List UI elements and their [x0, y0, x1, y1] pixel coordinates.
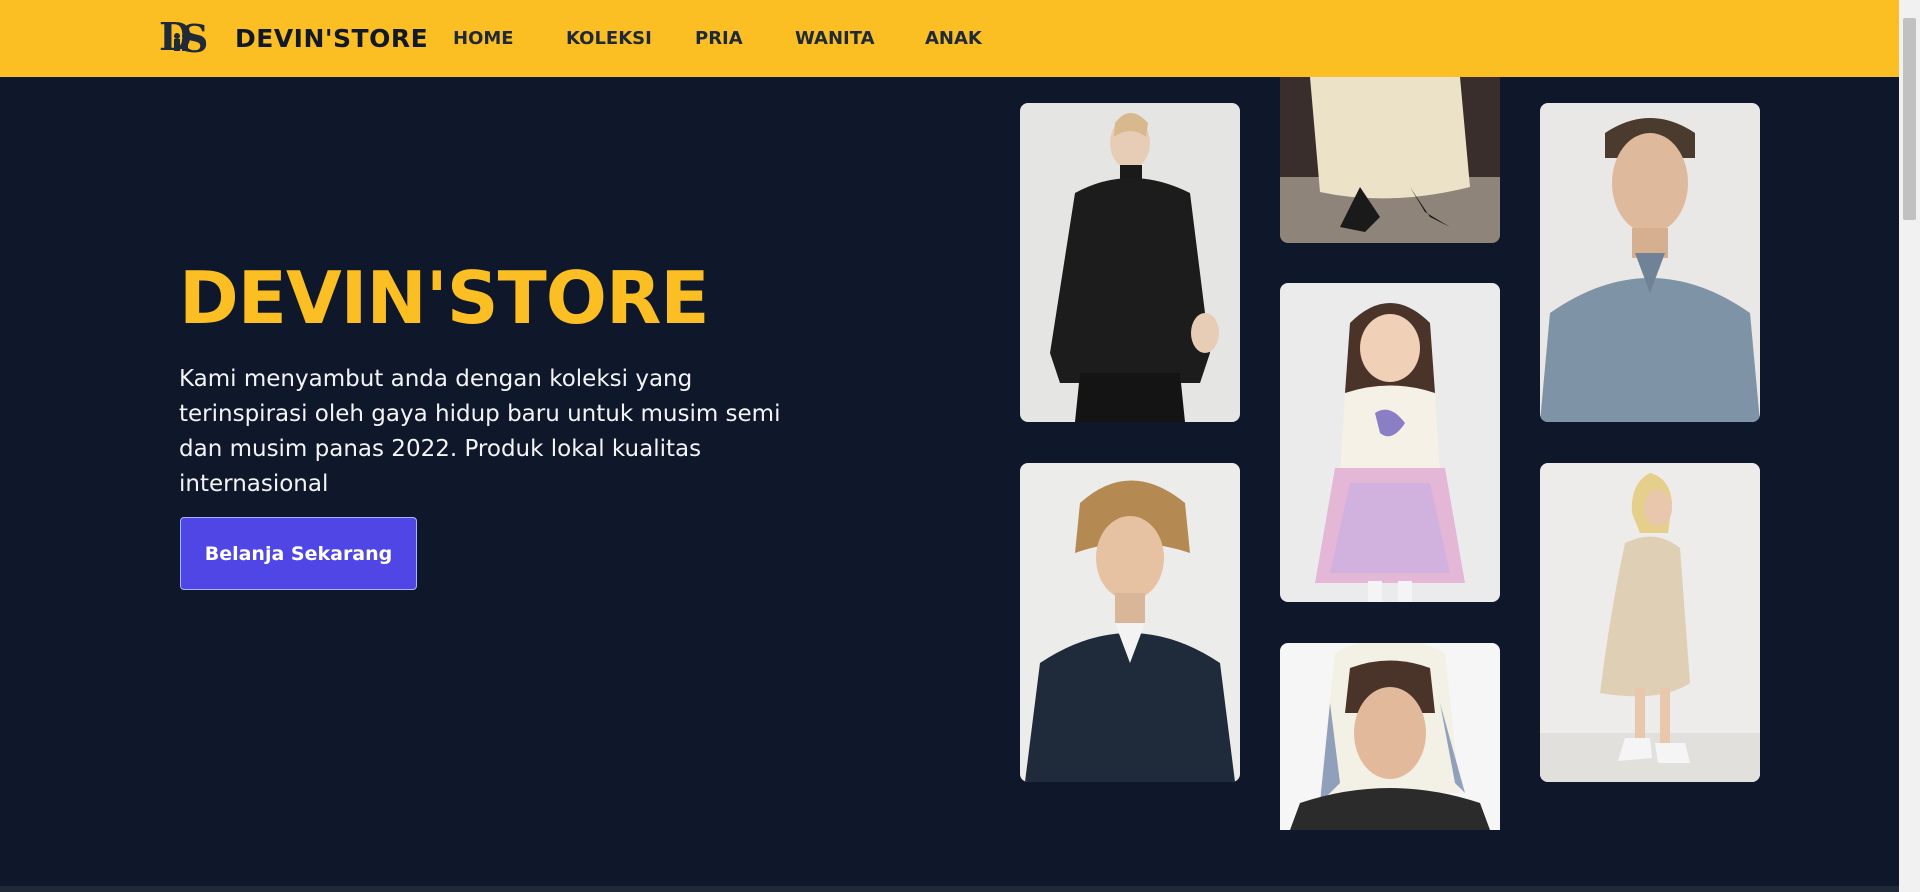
hero-title: DEVIN'STORE	[179, 256, 710, 340]
footer-edge	[0, 886, 1899, 892]
photo-man-navy-shirt[interactable]	[1020, 463, 1240, 782]
photo-woman-headscarf[interactable]	[1280, 643, 1500, 830]
hero-description: Kami menyambut anda dengan koleksi yang …	[179, 366, 781, 497]
shop-now-button[interactable]: Belanja Sekarang	[180, 517, 417, 590]
photo-man-blue-shirt[interactable]	[1540, 103, 1760, 422]
brand-name[interactable]: DEVIN'STORE	[235, 24, 428, 53]
nav-koleksi[interactable]: KOLEKSI	[566, 28, 652, 49]
nav-anak[interactable]: ANAK	[925, 28, 982, 49]
nav-pria[interactable]: PRIA	[695, 28, 743, 49]
nav-home[interactable]: HOME	[453, 28, 514, 49]
photo-woman-cream-dress[interactable]	[1280, 77, 1500, 243]
scrollbar-thumb[interactable]	[1903, 18, 1916, 220]
header-navbar: D S DEVIN'STORE HOME KOLEKSI PRIA WANITA…	[0, 0, 1899, 77]
photo-woman-black-top[interactable]	[1020, 103, 1240, 422]
photo-girl-tulle-dress[interactable]	[1280, 283, 1500, 602]
photo-woman-beige-dress[interactable]	[1540, 463, 1760, 782]
logo-icon[interactable]: D S	[159, 16, 211, 58]
page-scrollbar[interactable]	[1899, 0, 1920, 892]
nav-wanita[interactable]: WANITA	[795, 28, 875, 49]
